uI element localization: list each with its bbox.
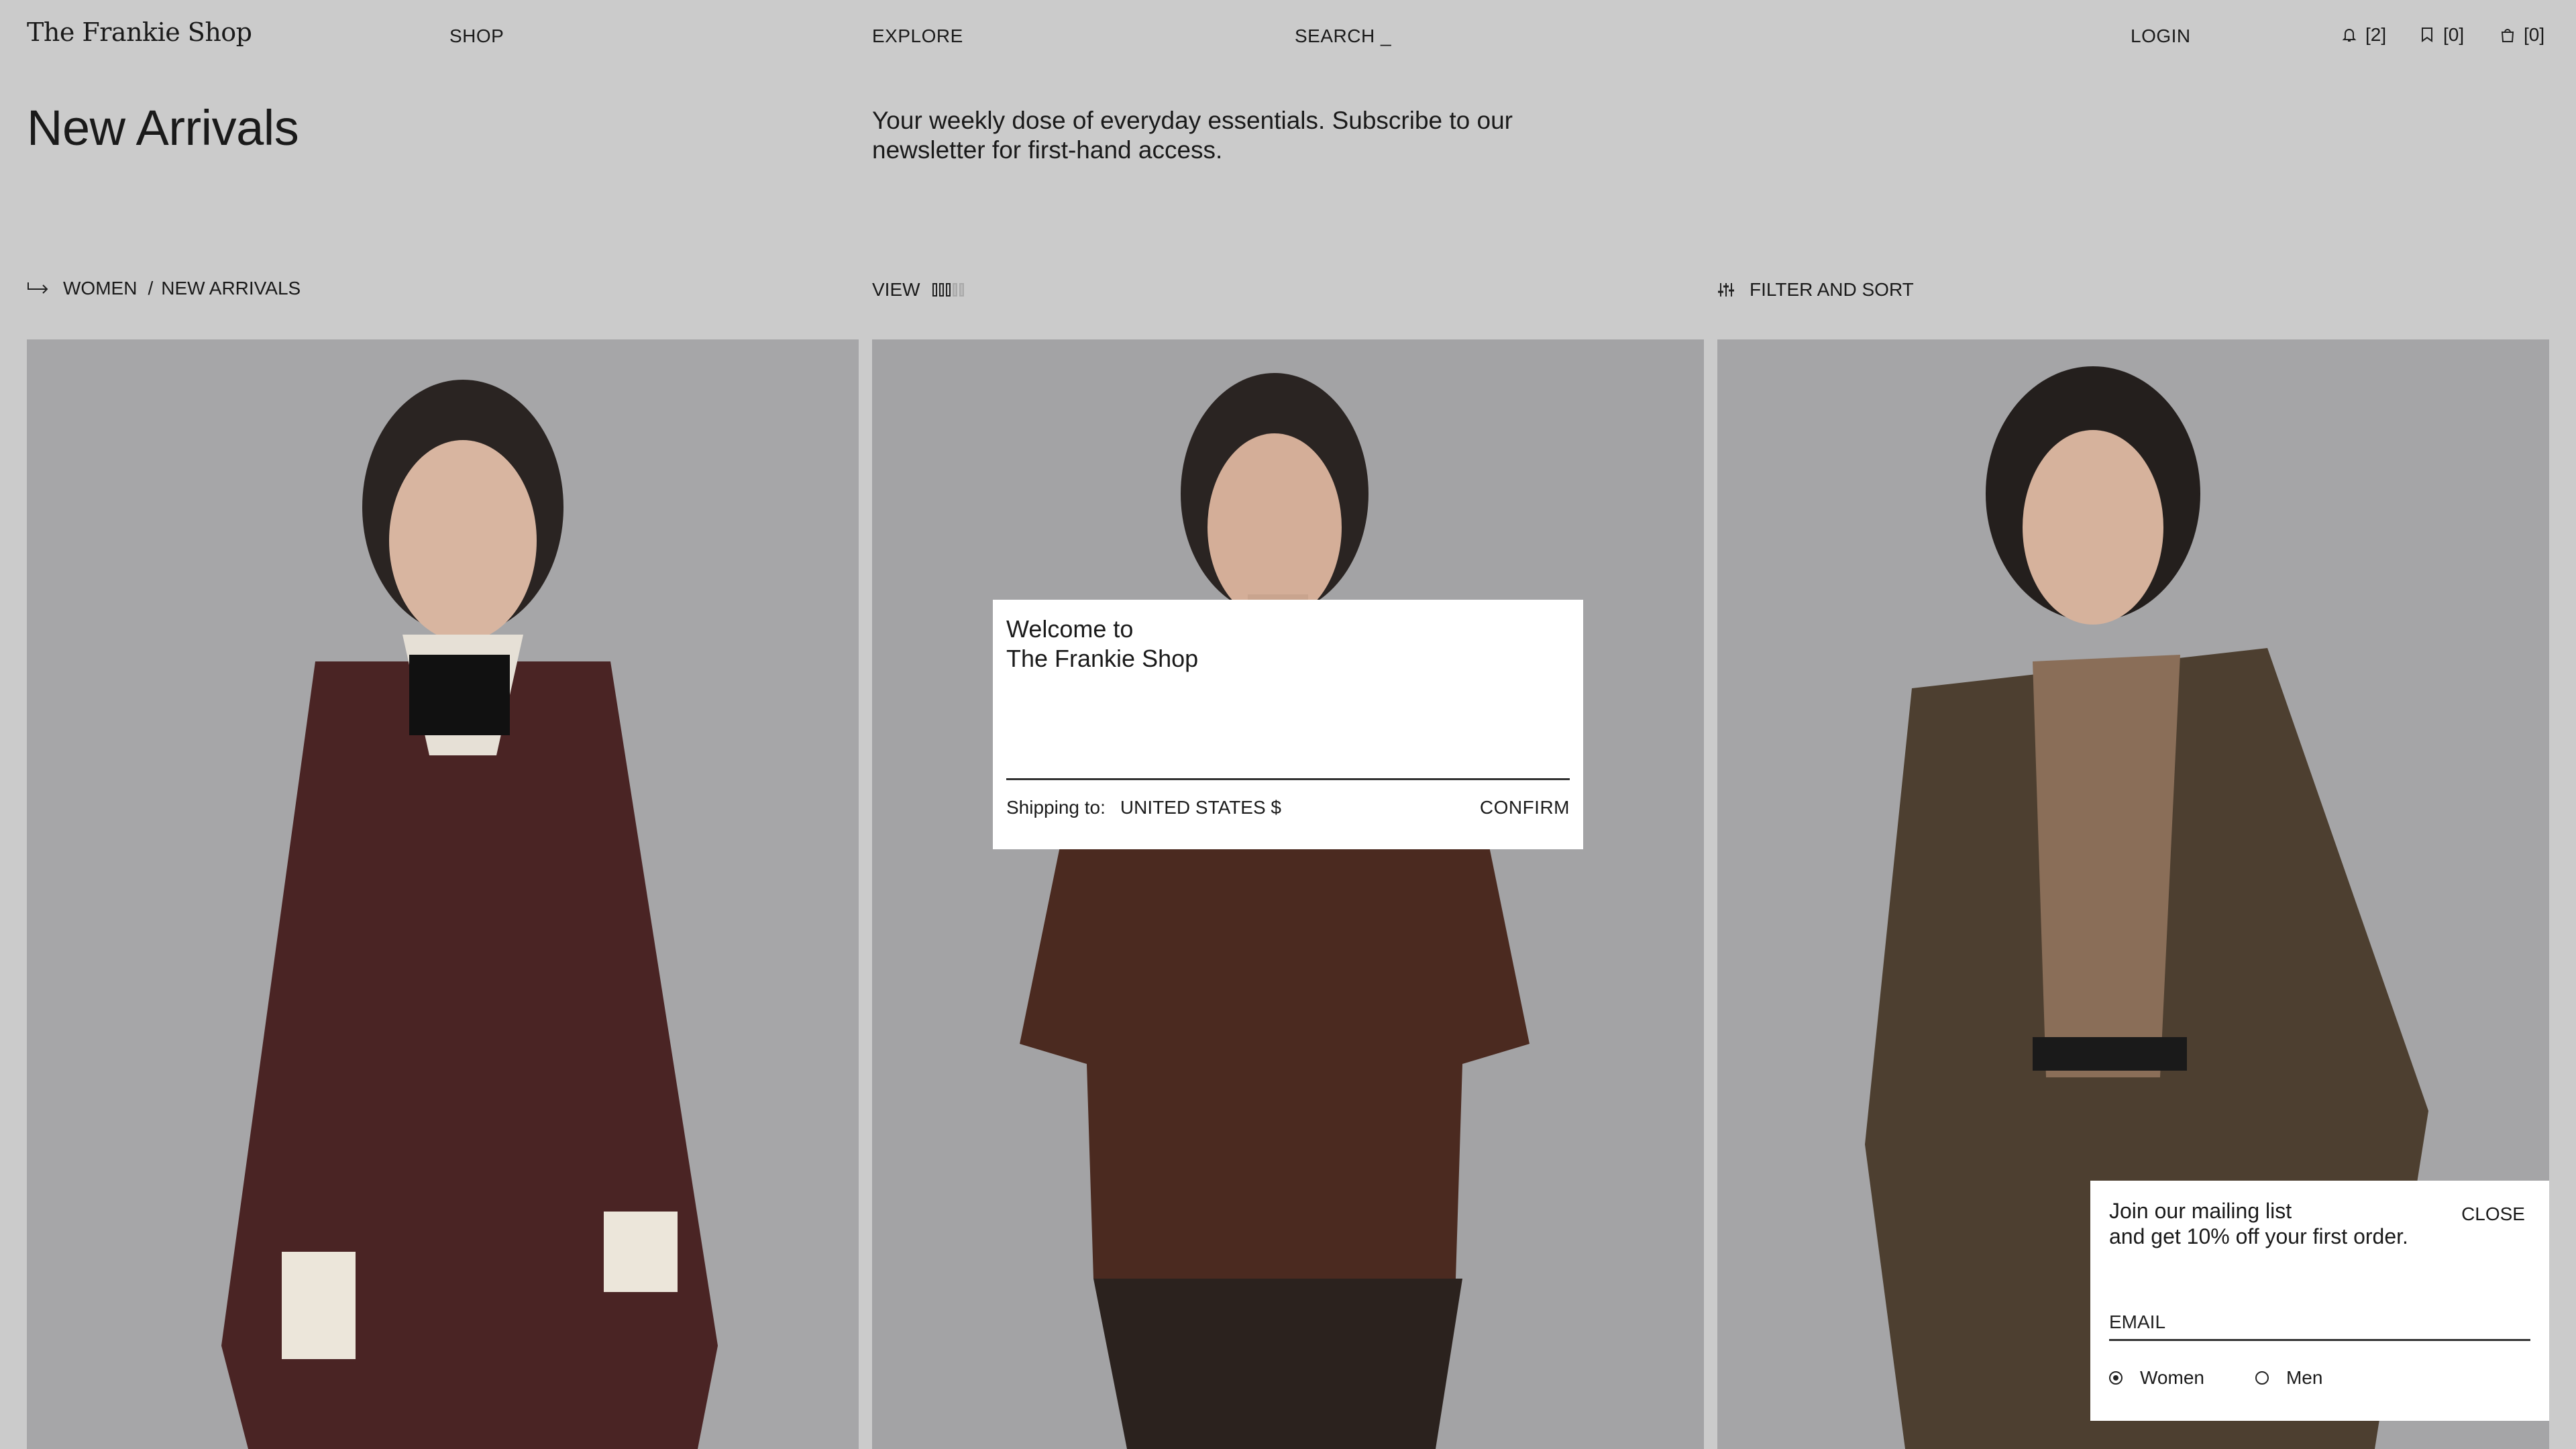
return-arrow-icon <box>28 282 48 294</box>
filter-sort-label: FILTER AND SORT <box>1750 279 1914 300</box>
nav-login[interactable]: LOGIN <box>2131 25 2191 47</box>
mailing-list-message: Join our mailing list and get 10% off yo… <box>2109 1198 2458 1249</box>
welcome-title: Welcome to The Frankie Shop <box>1006 614 1570 674</box>
breadcrumb-separator: / <box>148 278 154 299</box>
welcome-title-line2: The Frankie Shop <box>1006 645 1199 672</box>
nav-explore[interactable]: EXPLORE <box>872 25 963 47</box>
welcome-modal: Welcome to The Frankie Shop Shipping to:… <box>993 600 1583 849</box>
wishlist-count: [0] <box>2443 24 2465 45</box>
radio-unselected-icon <box>2255 1371 2269 1385</box>
nav-shop[interactable]: SHOP <box>449 25 504 47</box>
filter-sort-button[interactable]: FILTER AND SORT <box>1717 279 1914 301</box>
welcome-title-line1: Welcome to <box>1006 615 1134 643</box>
grid-view-icon[interactable] <box>932 283 964 297</box>
view-label: VIEW <box>872 279 920 300</box>
shipping-label: Shipping to: <box>1006 797 1106 818</box>
shipping-row: Shipping to: UNITED STATES $ CONFIRM <box>1006 797 1570 818</box>
breadcrumb: WOMEN / NEW ARRIVALS <box>27 278 301 299</box>
mailing-line1: Join our mailing list <box>2109 1199 2292 1223</box>
divider <box>1006 778 1570 780</box>
product-image-trench-coat[interactable] <box>27 339 859 1449</box>
breadcrumb-women[interactable]: WOMEN <box>63 278 137 299</box>
wishlist-button[interactable]: [0] <box>2419 24 2464 46</box>
close-button[interactable]: CLOSE <box>2461 1203 2525 1225</box>
sliders-icon <box>1718 283 1734 297</box>
page-title: New Arrivals <box>27 100 299 156</box>
bag-icon <box>2501 29 2514 42</box>
product-photo <box>27 339 859 1449</box>
email-field[interactable] <box>2109 1305 2530 1341</box>
nav-search[interactable]: SEARCH _ <box>1295 25 1391 47</box>
product-photo <box>872 339 1704 1449</box>
notifications-count: [2] <box>2365 24 2387 45</box>
newsletter-tagline: Your weekly dose of everyday essentials.… <box>872 107 1513 164</box>
breadcrumb-new-arrivals[interactable]: NEW ARRIVALS <box>161 278 301 299</box>
confirm-button[interactable]: CONFIRM <box>1480 797 1570 818</box>
radio-women-label: Women <box>2140 1367 2204 1388</box>
bell-icon <box>2342 29 2357 42</box>
gender-options: Women Men <box>2109 1367 2322 1389</box>
radio-selected-icon <box>2109 1371 2123 1385</box>
radio-women[interactable]: Women <box>2109 1367 2204 1389</box>
radio-men[interactable]: Men <box>2255 1367 2322 1389</box>
cart-button[interactable]: [0] <box>2500 24 2544 46</box>
radio-men-label: Men <box>2286 1367 2323 1388</box>
country-select[interactable]: UNITED STATES $ <box>1120 797 1480 818</box>
bookmark-icon <box>2422 28 2432 42</box>
brand-logo[interactable]: The Frankie Shop <box>27 17 252 47</box>
product-image-oversized-tee[interactable] <box>872 339 1704 1449</box>
view-toggle[interactable]: VIEW <box>872 279 964 301</box>
cart-count: [0] <box>2524 24 2545 45</box>
mailing-list-popup: Join our mailing list and get 10% off yo… <box>2090 1181 2549 1421</box>
notifications-button[interactable]: [2] <box>2341 24 2386 46</box>
mailing-line2: and get 10% off your first order. <box>2109 1224 2408 1248</box>
